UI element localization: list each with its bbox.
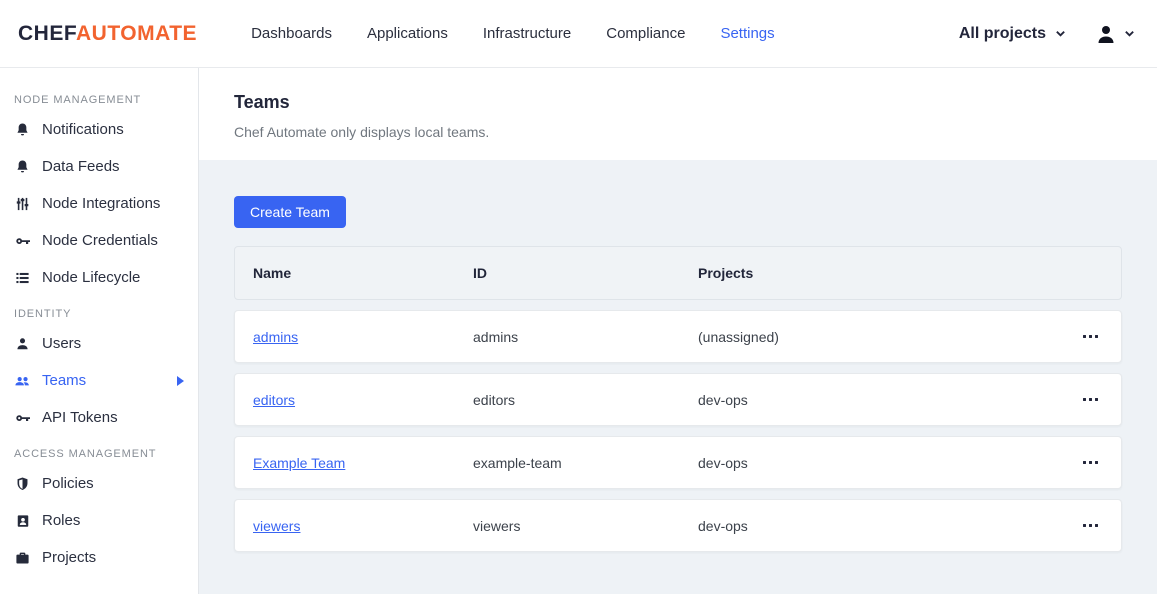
list-icon bbox=[14, 269, 31, 286]
ellipsis-icon bbox=[1082, 335, 1086, 338]
table-header-row: Name ID Projects bbox=[234, 246, 1122, 300]
nav-dashboards[interactable]: Dashboards bbox=[251, 25, 332, 42]
teams-content: Create Team Name ID Projects admins admi… bbox=[199, 160, 1157, 552]
user-icon bbox=[14, 335, 31, 352]
team-link-admins[interactable]: admins bbox=[253, 329, 298, 345]
chevron-down-icon bbox=[1056, 31, 1065, 37]
page-subtitle: Chef Automate only displays local teams. bbox=[234, 124, 490, 140]
sidebar-item-projects[interactable]: Projects bbox=[0, 539, 198, 576]
user-menu[interactable] bbox=[1094, 22, 1135, 46]
ellipsis-icon bbox=[1082, 398, 1086, 401]
key-icon bbox=[14, 232, 31, 249]
column-header-projects: Projects bbox=[698, 265, 754, 281]
ellipsis-icon bbox=[1082, 461, 1086, 464]
sidebar-item-label: Node Lifecycle bbox=[42, 269, 141, 286]
team-link-viewers[interactable]: viewers bbox=[253, 518, 300, 534]
active-arrow-icon bbox=[177, 375, 184, 386]
primary-nav: Dashboards Applications Infrastructure C… bbox=[251, 25, 775, 42]
sidebar-item-label: Roles bbox=[42, 512, 81, 529]
team-projects: (unassigned) bbox=[698, 328, 779, 345]
sidebar-item-label: API Tokens bbox=[42, 409, 118, 426]
page-title: Teams bbox=[234, 92, 290, 112]
table-row: viewers viewers dev-ops bbox=[234, 499, 1122, 552]
row-menu-button[interactable] bbox=[1077, 516, 1104, 535]
sidebar-item-label: Node Integrations bbox=[42, 195, 161, 212]
sidebar-item-label: Users bbox=[42, 335, 82, 352]
badge-icon bbox=[14, 512, 31, 529]
row-menu-button[interactable] bbox=[1077, 327, 1104, 346]
sidebar-item-roles[interactable]: Roles bbox=[0, 502, 198, 539]
sidebar-item-node-lifecycle[interactable]: Node Lifecycle bbox=[0, 259, 198, 296]
chevron-down-icon bbox=[1125, 31, 1134, 37]
sidebar-section-identity: IDENTITY bbox=[14, 308, 72, 320]
sliders-icon bbox=[14, 195, 31, 212]
column-header-id: ID bbox=[473, 265, 487, 281]
team-link-editors[interactable]: editors bbox=[253, 392, 295, 408]
top-navigation: CHEFAUTOMATE Dashboards Applications Inf… bbox=[0, 0, 1157, 68]
team-projects: dev-ops bbox=[698, 454, 748, 471]
teams-table: Name ID Projects admins admins (unassign… bbox=[234, 246, 1122, 552]
row-menu-button[interactable] bbox=[1077, 390, 1104, 409]
team-projects: dev-ops bbox=[698, 517, 748, 534]
table-row: admins admins (unassigned) bbox=[234, 310, 1122, 363]
table-row: Example Team example-team dev-ops bbox=[234, 436, 1122, 489]
chef-automate-logo[interactable]: CHEFAUTOMATE bbox=[18, 22, 197, 46]
ellipsis-icon bbox=[1082, 524, 1086, 527]
sidebar-item-label: Projects bbox=[42, 549, 97, 566]
bell-icon bbox=[14, 121, 31, 138]
sidebar-item-api-tokens[interactable]: API Tokens bbox=[0, 399, 198, 436]
sidebar-item-label: Notifications bbox=[42, 121, 124, 138]
team-id: admins bbox=[473, 328, 519, 345]
projects-filter-label: All projects bbox=[958, 24, 1046, 42]
nav-infrastructure[interactable]: Infrastructure bbox=[483, 25, 571, 42]
nav-settings[interactable]: Settings bbox=[720, 25, 774, 42]
sidebar-item-label: Teams bbox=[42, 372, 87, 389]
column-header-name: Name bbox=[253, 265, 292, 281]
nav-compliance[interactable]: Compliance bbox=[606, 25, 685, 42]
sidebar-item-users[interactable]: Users bbox=[0, 325, 198, 362]
sidebar-item-node-credentials[interactable]: Node Credentials bbox=[0, 222, 198, 259]
logo-chef-text: CHEF bbox=[18, 21, 77, 45]
row-menu-button[interactable] bbox=[1077, 453, 1104, 472]
users-icon bbox=[14, 372, 31, 389]
nav-applications[interactable]: Applications bbox=[367, 25, 448, 42]
sidebar-section-node-management: NODE MANAGEMENT bbox=[14, 94, 142, 106]
shield-icon bbox=[14, 475, 31, 492]
main-content: Teams Chef Automate only displays local … bbox=[199, 68, 1157, 594]
sidebar-item-notifications[interactable]: Notifications bbox=[0, 111, 198, 148]
team-id: viewers bbox=[473, 517, 521, 534]
sidebar-item-label: Policies bbox=[42, 475, 94, 492]
avatar-icon bbox=[1098, 25, 1114, 43]
page-header: Teams Chef Automate only displays local … bbox=[199, 68, 1157, 160]
projects-filter-dropdown[interactable]: All projects bbox=[959, 25, 1066, 43]
create-team-button[interactable]: Create Team bbox=[234, 196, 346, 228]
key-icon bbox=[14, 409, 31, 426]
team-id: editors bbox=[473, 391, 516, 408]
nav-right-group: All projects bbox=[959, 22, 1135, 46]
table-row: editors editors dev-ops bbox=[234, 373, 1122, 426]
team-projects: dev-ops bbox=[698, 391, 748, 408]
logo-automate-text: AUTOMATE bbox=[76, 21, 198, 45]
team-link-example-team[interactable]: Example Team bbox=[253, 455, 345, 471]
bell-icon bbox=[14, 158, 31, 175]
team-id: example-team bbox=[473, 454, 562, 471]
settings-sidebar: NODE MANAGEMENT Notifications Data Feeds… bbox=[0, 68, 199, 594]
sidebar-item-node-integrations[interactable]: Node Integrations bbox=[0, 185, 198, 222]
sidebar-section-access-management: ACCESS MANAGEMENT bbox=[14, 448, 157, 460]
sidebar-item-label: Node Credentials bbox=[42, 232, 158, 249]
briefcase-icon bbox=[14, 549, 31, 566]
sidebar-item-teams[interactable]: Teams bbox=[0, 362, 198, 399]
sidebar-item-data-feeds[interactable]: Data Feeds bbox=[0, 148, 198, 185]
sidebar-item-policies[interactable]: Policies bbox=[0, 465, 198, 502]
sidebar-item-label: Data Feeds bbox=[42, 158, 120, 175]
